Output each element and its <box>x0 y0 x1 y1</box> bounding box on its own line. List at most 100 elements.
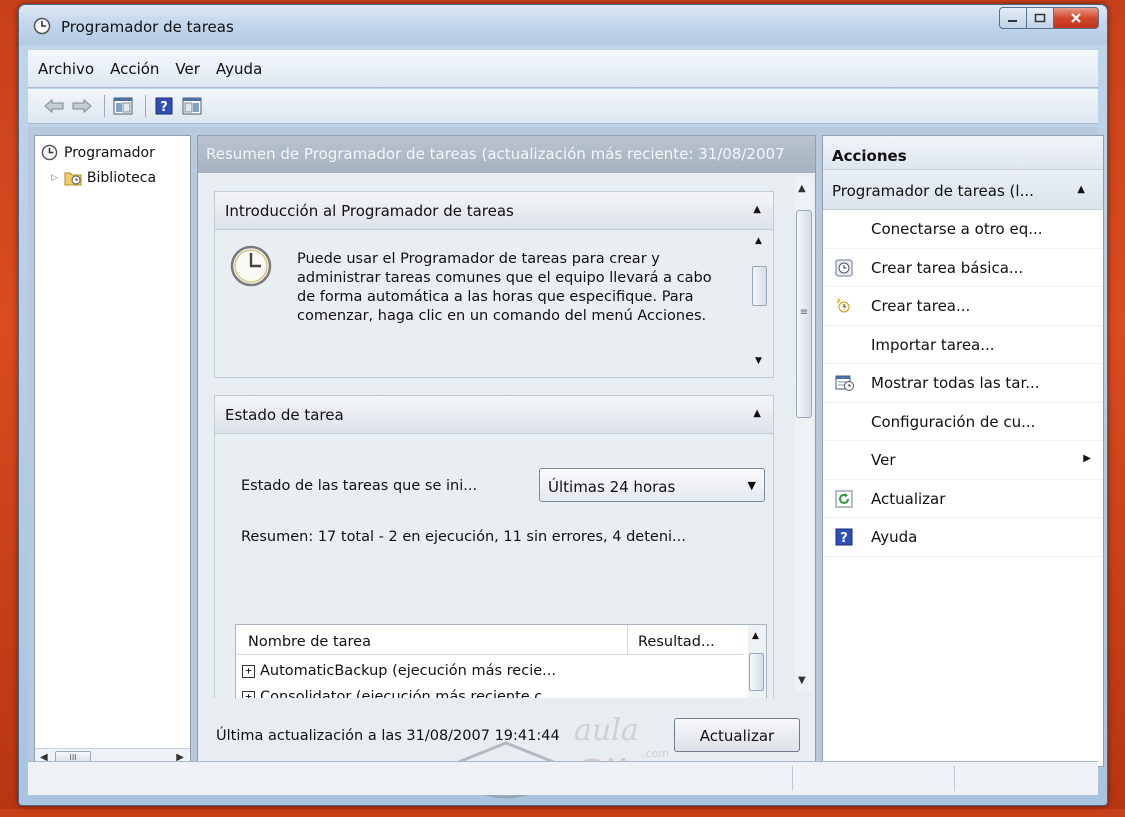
tree-item-library[interactable]: ▷ Biblioteca <box>51 170 156 186</box>
status-bar <box>28 761 1098 795</box>
client-area: Programador ▷ Biblioteca ◀ III ▶ Resumen… <box>28 127 1104 802</box>
title-bar[interactable]: Programador de tareas <box>19 5 1107 45</box>
expand-arrow-icon[interactable]: ▷ <box>51 173 58 183</box>
new-task-icon <box>835 297 853 319</box>
action-refresh[interactable]: Actualizar <box>823 480 1103 518</box>
tree-item-scheduler[interactable]: Programador <box>41 144 155 161</box>
actions-pane: Acciones Programador de tareas (l... ▲ C… <box>822 135 1104 767</box>
expand-plus-icon[interactable]: + <box>242 664 255 678</box>
scroll-down-icon[interactable]: ▼ <box>798 675 806 686</box>
table-row[interactable]: + AutomaticBackup (ejecución más recie..… <box>242 663 556 679</box>
submenu-arrow-icon: ▶ <box>1083 453 1091 464</box>
action-show-running-tasks[interactable]: Mostrar todas las tar... <box>823 364 1103 403</box>
action-help[interactable]: ? Ayuda <box>823 518 1103 557</box>
refresh-icon <box>835 490 853 512</box>
toolbar-separator <box>104 95 105 117</box>
group-label: Programador de tareas (l... <box>832 182 1034 200</box>
action-create-task[interactable]: Crear tarea... <box>823 287 1103 326</box>
action-configure-account[interactable]: Configuración de cu... <box>823 403 1103 441</box>
action-connect[interactable]: Conectarse a otro eq... <box>823 210 1103 249</box>
summary-header: Resumen de Programador de tareas (actual… <box>198 136 815 173</box>
wizard-clock-icon <box>835 259 853 281</box>
console-tree: Programador ▷ Biblioteca ◀ III ▶ <box>34 135 191 767</box>
task-name: AutomaticBackup (ejecución más recie... <box>260 663 556 679</box>
action-label: Ver <box>871 451 896 469</box>
action-import-task[interactable]: Importar tarea... <box>823 326 1103 364</box>
action-label: Configuración de cu... <box>871 412 1036 431</box>
scroll-up-icon[interactable]: ▲ <box>752 631 759 641</box>
summary-content: Introducción al Programador de tareas ▲ … <box>198 173 815 700</box>
status-summary: Resumen: 17 total - 2 en ejecución, 11 s… <box>241 529 686 545</box>
svg-text:?: ? <box>160 100 168 115</box>
collapse-icon[interactable]: ▲ <box>753 408 761 419</box>
chevron-down-icon: ▼ <box>747 479 756 492</box>
clock-icon <box>33 17 51 39</box>
column-header-result[interactable]: Resultad... <box>628 625 744 655</box>
show-console-tree-button[interactable] <box>111 94 135 118</box>
scroll-up-icon[interactable]: ▲ <box>755 236 762 246</box>
back-button[interactable] <box>42 94 66 118</box>
scroll-thumb[interactable]: ≡ <box>796 210 812 418</box>
filter-label: Estado de las tareas que se ini... <box>241 478 478 494</box>
action-label: Ayuda <box>871 528 918 546</box>
collapse-icon[interactable]: ▲ <box>1077 184 1085 195</box>
action-label: Mostrar todas las tar... <box>871 374 1040 392</box>
last-update-text: Última actualización a las 31/08/2007 19… <box>216 728 560 744</box>
folder-clock-icon <box>64 170 82 186</box>
collapse-icon[interactable]: ▲ <box>753 204 761 215</box>
menu-accion[interactable]: Acción <box>110 60 159 78</box>
clock-icon <box>41 144 58 161</box>
task-table: Nombre de tarea Resultad... + AutomaticB… <box>235 624 767 700</box>
svg-text:?: ? <box>840 531 848 546</box>
status-divider <box>954 766 955 791</box>
action-label: Conectarse a otro eq... <box>871 220 1043 238</box>
app-window: Programador de tareas Archivo Acción Ver… <box>18 4 1108 806</box>
time-range-select[interactable]: Últimas 24 horas ▼ <box>539 468 765 502</box>
scroll-down-icon[interactable]: ▼ <box>755 356 762 366</box>
help-icon: ? <box>835 528 853 550</box>
toolbar-separator <box>145 95 146 117</box>
minimize-button[interactable] <box>999 7 1027 29</box>
maximize-button[interactable] <box>1026 7 1054 29</box>
scroll-thumb[interactable] <box>752 266 767 306</box>
actions-group-header[interactable]: Programador de tareas (l... ▲ <box>823 170 1103 210</box>
tree-item-label: Programador <box>64 144 155 161</box>
section-title: Introducción al Programador de tareas <box>225 202 514 220</box>
menu-ayuda[interactable]: Ayuda <box>216 60 262 78</box>
task-status-section: Estado de tarea ▲ Estado de las tareas q… <box>214 395 774 700</box>
status-divider <box>792 766 793 791</box>
intro-section: Introducción al Programador de tareas ▲ … <box>214 191 774 378</box>
action-label: Crear tarea básica... <box>871 258 1024 277</box>
menu-archivo[interactable]: Archivo <box>38 60 94 78</box>
section-title: Estado de tarea <box>225 406 344 424</box>
tree-item-label: Biblioteca <box>86 170 157 186</box>
intro-scrollbar[interactable]: ▲ ▼ <box>751 236 769 370</box>
running-tasks-icon <box>835 374 855 396</box>
column-header-name[interactable]: Nombre de tarea <box>236 625 628 655</box>
action-view[interactable]: Ver ▶ <box>823 441 1103 480</box>
close-button[interactable] <box>1053 7 1099 29</box>
refresh-button[interactable]: Actualizar <box>674 718 800 752</box>
table-scrollbar[interactable]: ▲ <box>748 625 766 700</box>
intro-section-header[interactable]: Introducción al Programador de tareas ▲ <box>215 192 773 230</box>
menu-ver[interactable]: Ver <box>175 60 200 78</box>
window-title: Programador de tareas <box>61 18 234 36</box>
action-create-basic-task[interactable]: Crear tarea básica... <box>823 249 1103 287</box>
summary-scrollbar[interactable]: ▲ ≡ ▼ <box>795 177 813 692</box>
task-status-header[interactable]: Estado de tarea ▲ <box>215 396 773 434</box>
menu-bar: Archivo Acción Ver Ayuda <box>28 50 1098 88</box>
forward-button[interactable] <box>70 94 94 118</box>
show-action-pane-button[interactable] <box>180 94 204 118</box>
large-clock-icon <box>229 244 273 292</box>
action-label: Importar tarea... <box>871 335 995 354</box>
scroll-up-icon[interactable]: ▲ <box>798 183 806 194</box>
action-label: Actualizar <box>871 489 946 508</box>
intro-text: Puede usar el Programador de tareas para… <box>297 251 712 324</box>
scroll-thumb[interactable] <box>749 653 764 691</box>
action-label: Crear tarea... <box>871 297 971 315</box>
summary-pane: Resumen de Programador de tareas (actual… <box>197 135 816 767</box>
toolbar: ? <box>28 89 1098 124</box>
summary-footer: Última actualización a las 31/08/2007 19… <box>198 698 815 766</box>
help-button[interactable]: ? <box>152 94 176 118</box>
select-value: Últimas 24 horas <box>548 478 676 496</box>
